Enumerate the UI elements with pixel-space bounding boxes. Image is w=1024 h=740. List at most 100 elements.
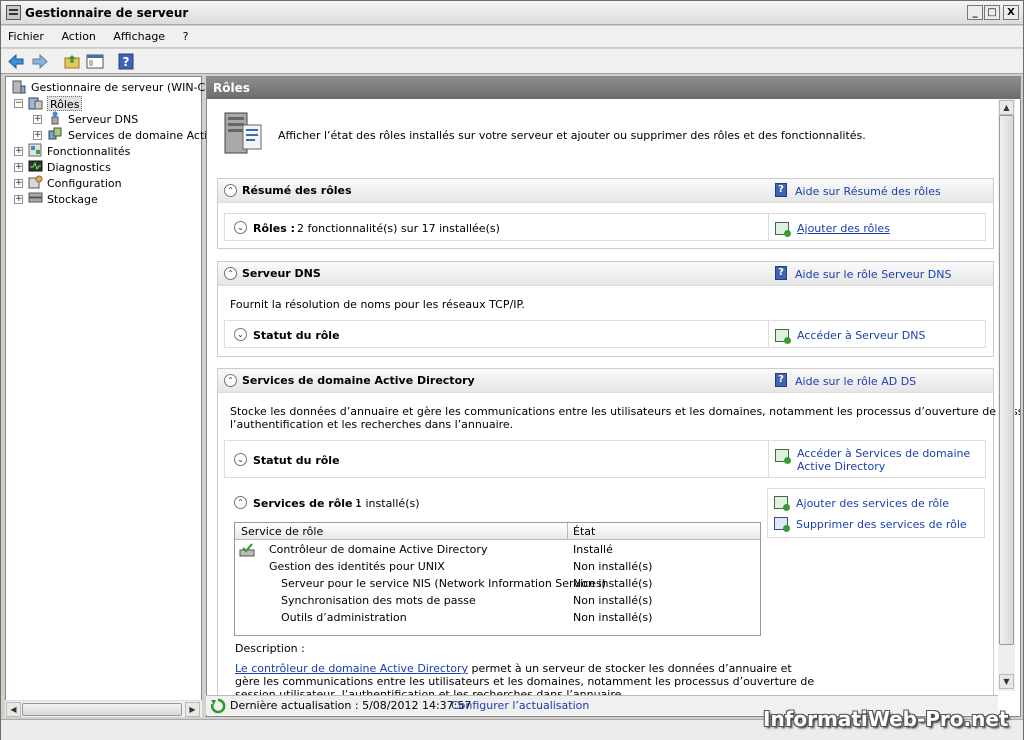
goto-dns-link[interactable]: Accéder à Serveur DNS <box>797 329 925 342</box>
diagnostics-icon <box>28 160 43 172</box>
column-service[interactable]: Service de rôle <box>241 525 323 538</box>
dc-description-link[interactable]: Le contrôleur de domaine Active Director… <box>235 662 468 675</box>
add-role-services-link[interactable]: Ajouter des services de rôle <box>796 497 949 510</box>
scroll-down-icon[interactable]: ▼ <box>999 674 1014 689</box>
service-name: Outils d’administration <box>281 611 407 624</box>
collapse-chevron-icon[interactable]: ⌃ <box>224 184 237 197</box>
tree-item-features[interactable]: Fonctionnalités <box>47 144 130 159</box>
dns-help-link[interactable]: Aide sur le rôle Serveur DNS <box>795 268 951 281</box>
service-state: Non installé(s) <box>573 577 653 590</box>
remove-role-services-link[interactable]: Supprimer des services de rôle <box>796 518 967 531</box>
service-name: Serveur pour le service NIS (Network Inf… <box>281 577 606 590</box>
dns-actions: Accéder à Serveur DNS <box>768 320 986 348</box>
tree-scroll-thumb[interactable] <box>22 703 182 716</box>
adds-header[interactable]: ⌃ Services de domaine Active Directory ?… <box>218 369 993 393</box>
configure-refresh-link[interactable]: Configurer l’actualisation <box>451 699 589 712</box>
expand-chevron-icon[interactable]: ⌄ <box>234 328 247 341</box>
refresh-icon[interactable] <box>210 698 226 714</box>
up-folder-icon[interactable] <box>63 53 81 70</box>
add-roles-link[interactable]: Ajouter des rôles <box>797 222 890 235</box>
tree-item-configuration[interactable]: Configuration <box>47 176 122 191</box>
roles-count-label: Rôles : <box>253 222 296 235</box>
service-state: Installé <box>573 543 613 556</box>
pane-scroll-thumb[interactable] <box>999 115 1014 645</box>
add-roles-icon <box>775 222 791 237</box>
remove-role-services-icon <box>774 517 790 532</box>
forward-arrow-icon[interactable] <box>31 53 49 70</box>
roles-summary-header[interactable]: ⌃ Résumé des rôles ? Aide sur Résumé des… <box>218 179 993 203</box>
close-button[interactable]: X <box>1003 5 1019 20</box>
description-label: Description : <box>235 642 305 655</box>
tree-item-diagnostics[interactable]: Diagnostics <box>47 160 111 175</box>
role-services-value: 1 installé(s) <box>355 497 420 510</box>
intro-panel: Afficher l’état des rôles installés sur … <box>207 99 1003 165</box>
goto-adds-link-line1[interactable]: Accéder à Services de domaine <box>797 447 970 460</box>
tree-dns-expander[interactable]: + <box>33 115 42 124</box>
roles-summary-help-link[interactable]: Aide sur Résumé des rôles <box>795 185 941 198</box>
role-services-actions: Ajouter des services de rôle Supprimer d… <box>767 488 985 538</box>
table-row[interactable]: Outils d’administration Non installé(s) <box>235 609 760 626</box>
scroll-left-icon[interactable]: ◀ <box>6 702 21 717</box>
adds-description-line2: l’authentification et les recherches dan… <box>230 418 514 431</box>
tree-horizontal-scrollbar[interactable]: ◀ ▶ <box>5 700 202 717</box>
tree-item-dns[interactable]: Serveur DNS <box>68 112 138 127</box>
back-arrow-icon[interactable] <box>7 53 25 70</box>
minimize-button[interactable]: _ <box>967 5 983 20</box>
menu-help[interactable]: ? <box>176 26 196 43</box>
installed-check-icon <box>239 543 255 557</box>
expand-chevron-icon[interactable]: ⌄ <box>234 221 247 234</box>
tree-item-storage[interactable]: Stockage <box>47 192 98 207</box>
service-state: Non installé(s) <box>573 560 653 573</box>
scroll-up-icon[interactable]: ▲ <box>999 100 1014 115</box>
maximize-button[interactable]: □ <box>984 5 1000 20</box>
title-bar[interactable]: Gestionnaire de serveur _ □ X <box>1 1 1023 25</box>
intro-text: Afficher l’état des rôles installés sur … <box>278 129 866 142</box>
roles-icon <box>28 97 43 110</box>
menu-affichage[interactable]: Affichage <box>106 26 172 43</box>
table-row[interactable]: Serveur pour le service NIS (Network Inf… <box>235 575 760 592</box>
tree-storage-expander[interactable]: + <box>14 195 23 204</box>
menu-bar: Fichier Action Affichage ? <box>1 26 1023 48</box>
watermark-text: InformatiWeb-Pro.net <box>763 707 1009 731</box>
tree-item-roles[interactable]: Rôles <box>47 96 83 111</box>
tree-root[interactable]: Gestionnaire de serveur (WIN-C2W <box>31 80 223 95</box>
tree-diagnostics-expander[interactable]: + <box>14 163 23 172</box>
configuration-icon <box>28 175 43 189</box>
tree-roles-expander[interactable]: − <box>14 99 23 108</box>
tree-features-expander[interactable]: + <box>14 147 23 156</box>
help-icon: ? <box>775 183 787 197</box>
ad-domain-services-icon <box>48 127 62 140</box>
adds-goto-actions: Accéder à Services de domaine Active Dir… <box>768 440 986 478</box>
table-row[interactable]: Gestion des identités pour UNIX Non inst… <box>235 558 760 575</box>
adds-description-line1: Stocke les données d’annuaire et gère le… <box>230 405 1021 418</box>
roles-pane: Rôles Afficher l’état des rôles installé… <box>206 76 1021 717</box>
service-state: Non installé(s) <box>573 594 653 607</box>
roles-count-value: 2 fonctionnalité(s) sur 17 installée(s) <box>297 222 500 235</box>
collapse-chevron-icon[interactable]: ⌃ <box>224 374 237 387</box>
features-icon <box>28 143 42 157</box>
roles-summary-section: ⌃ Résumé des rôles ? Aide sur Résumé des… <box>217 178 994 249</box>
show-hide-console-tree-icon[interactable] <box>86 53 104 70</box>
tree-item-adds[interactable]: Services de domaine Active <box>68 128 221 143</box>
tree-configuration-expander[interactable]: + <box>14 179 23 188</box>
roles-actions: Ajouter des rôles <box>768 213 986 241</box>
table-row[interactable]: Synchronisation des mots de passe Non in… <box>235 592 760 609</box>
svg-text:?: ? <box>123 55 130 69</box>
expand-chevron-icon[interactable]: ⌄ <box>234 453 247 466</box>
collapse-chevron-icon[interactable]: ⌃ <box>224 267 237 280</box>
table-row[interactable]: Contrôleur de domaine Active Directory I… <box>235 541 760 558</box>
scroll-right-icon[interactable]: ▶ <box>185 702 200 717</box>
column-state[interactable]: État <box>573 525 595 538</box>
goto-adds-link-line2[interactable]: Active Directory <box>797 460 885 473</box>
adds-help-link[interactable]: Aide sur le rôle AD DS <box>795 375 916 388</box>
menu-action[interactable]: Action <box>54 26 102 43</box>
adds-section: ⌃ Services de domaine Active Directory ?… <box>217 368 1020 716</box>
add-role-services-icon <box>774 496 790 511</box>
dns-header[interactable]: ⌃ Serveur DNS ? Aide sur le rôle Serveur… <box>218 262 993 286</box>
menu-fichier[interactable]: Fichier <box>1 26 51 43</box>
tree-adds-expander[interactable]: + <box>33 131 42 140</box>
dns-status-row: ⌄ Statut du rôle Accéder à Serveur DNS <box>224 320 986 348</box>
help-icon[interactable]: ? <box>117 53 135 70</box>
collapse-chevron-icon[interactable]: ⌃ <box>234 496 247 509</box>
service-state: Non installé(s) <box>573 611 653 624</box>
